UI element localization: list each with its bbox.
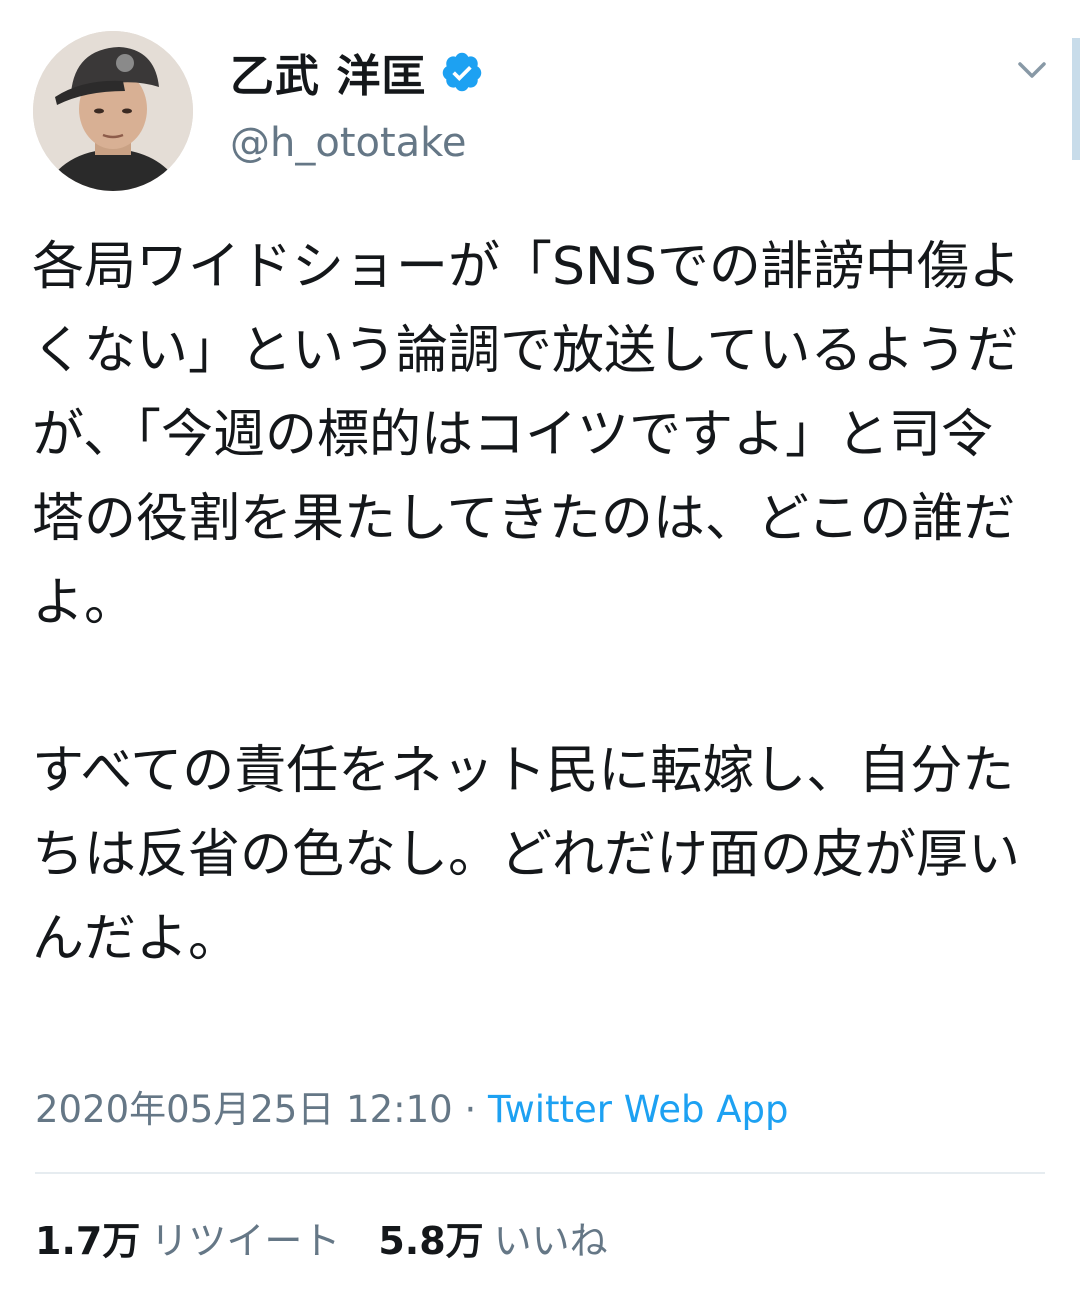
chevron-down-icon[interactable] <box>1012 50 1052 90</box>
retweets-stat[interactable]: 1.7万 リツイート <box>35 1219 340 1263</box>
verified-badge-icon <box>443 52 482 92</box>
tweet-meta: 2020年05月25日 12:10 · Twitter Web App <box>35 1085 789 1135</box>
timestamp[interactable]: 2020年05月25日 12:10 <box>35 1088 453 1131</box>
source-link[interactable]: Twitter Web App <box>488 1088 788 1131</box>
divider <box>35 1172 1045 1174</box>
likes-count: 5.8万 <box>378 1219 484 1263</box>
handle[interactable]: @h_ototake <box>230 120 467 166</box>
meta-separator: · <box>452 1088 489 1131</box>
retweets-label: リツイート <box>150 1219 341 1263</box>
display-name[interactable]: 乙武 洋匡 <box>230 40 426 104</box>
likes-stat[interactable]: 5.8万 いいね <box>378 1219 607 1263</box>
author-name-row[interactable]: 乙武 洋匡 <box>230 42 484 102</box>
likes-label: いいね <box>493 1219 608 1263</box>
tweet-text: 各局ワイドショーが「SNSでの誹謗中傷よくない」という論調で放送しているようだが… <box>32 237 1021 969</box>
retweets-count: 1.7万 <box>35 1219 141 1263</box>
tweet-stats: 1.7万 リツイート 5.8万 いいね <box>35 1213 608 1269</box>
profile-photo <box>33 31 193 191</box>
scrollbar[interactable] <box>1072 38 1080 160</box>
avatar[interactable] <box>33 31 193 191</box>
